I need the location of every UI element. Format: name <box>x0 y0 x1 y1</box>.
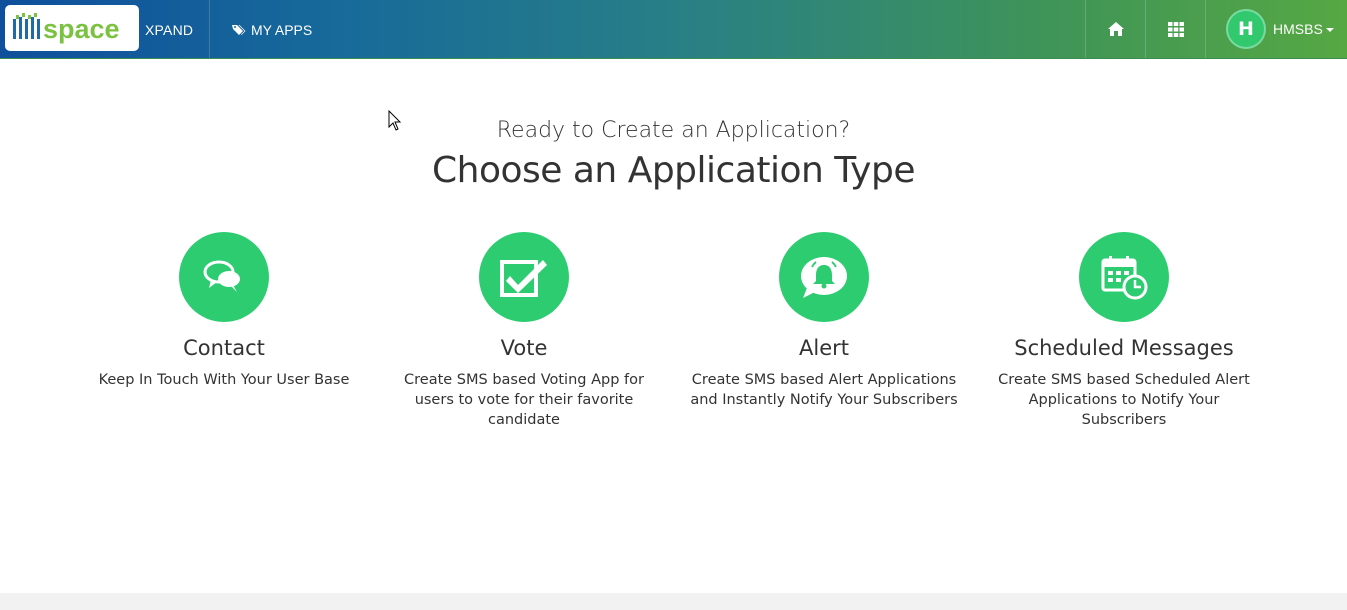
avatar: H <box>1226 9 1266 49</box>
app-type-title: Scheduled Messages <box>1014 336 1234 360</box>
page-subtitle: Ready to Create an Application? <box>496 118 851 143</box>
nav-my-apps[interactable]: MY APPS <box>232 20 312 40</box>
app-type-contact[interactable]: Contact Keep In Touch With Your User Bas… <box>74 232 374 390</box>
user-menu[interactable]: H HMSBS <box>1226 9 1334 49</box>
brand-suffix: XPAND <box>145 22 194 38</box>
mspace-logo[interactable]: space <box>5 5 139 51</box>
caret-down-icon <box>1325 27 1334 32</box>
app-type-description: Create SMS based Alert Applications and … <box>690 372 958 408</box>
app-type-icon-circle <box>179 232 269 322</box>
bell-alert-icon <box>801 257 847 298</box>
app-type-title: Contact <box>183 336 265 360</box>
apps-grid-button[interactable] <box>1146 0 1205 58</box>
grid-icon <box>1167 21 1184 37</box>
tags-icon <box>232 25 246 35</box>
app-type-icon-circle <box>779 232 869 322</box>
footer <box>0 593 1347 610</box>
app-type-icon-circle <box>479 232 569 322</box>
app-type-icon-circle <box>1079 232 1169 322</box>
mouse-cursor-icon <box>388 110 402 131</box>
logo-mark: space <box>13 13 120 44</box>
page-title: Choose an Application Type <box>432 150 915 191</box>
app-type-title: Alert <box>799 336 849 360</box>
nav-divider <box>1205 0 1206 58</box>
checkbox-icon <box>500 260 547 297</box>
home-button[interactable] <box>1086 0 1145 58</box>
home-icon <box>1107 22 1124 36</box>
calendar-clock-icon <box>1101 256 1148 300</box>
app-type-list: Contact Keep In Touch With Your User Bas… <box>74 232 1274 452</box>
username: HMSBS <box>1273 21 1323 37</box>
app-type-scheduled-messages[interactable]: Scheduled Messages Create SMS based Sche… <box>974 232 1274 430</box>
svg-text:space: space <box>43 14 120 44</box>
app-type-description: Keep In Touch With Your User Base <box>98 372 350 388</box>
app-type-vote[interactable]: Vote Create SMS based Voting App for use… <box>374 232 674 430</box>
top-navbar: space XPAND MY APPS H HMSBS <box>0 0 1347 59</box>
app-type-description: Create SMS based Voting App for users to… <box>404 372 644 428</box>
nav-divider <box>209 0 210 58</box>
chat-bubbles-icon <box>203 260 240 292</box>
app-type-description: Create SMS based Scheduled Alert Applica… <box>998 372 1250 428</box>
nav-my-apps-label: MY APPS <box>251 22 313 38</box>
app-type-alert[interactable]: Alert Create SMS based Alert Application… <box>674 232 974 410</box>
app-type-title: Vote <box>500 336 548 360</box>
